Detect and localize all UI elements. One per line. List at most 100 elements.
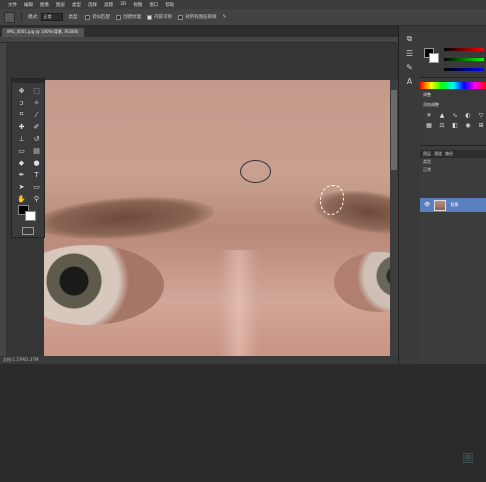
texture-label: 创建纹理: [123, 15, 142, 20]
vibrance-icon[interactable]: ▽: [476, 112, 486, 119]
green-slider[interactable]: [444, 58, 484, 61]
curves-icon[interactable]: ∿: [450, 112, 460, 119]
red-slider[interactable]: [444, 48, 484, 51]
properties-panel-icon[interactable]: ☰: [406, 49, 413, 58]
menu-item-filter[interactable]: 滤镜: [104, 2, 113, 8]
pressure-icon[interactable]: ✎: [223, 15, 227, 20]
panel-background-swatch[interactable]: [429, 53, 439, 63]
menu-item-select[interactable]: 选择: [88, 2, 97, 8]
photo-filter-icon[interactable]: ◉: [463, 122, 473, 129]
content-aware-option[interactable]: 内容识别: [147, 14, 172, 20]
layer-name[interactable]: 背景: [450, 202, 458, 208]
character-panel-icon[interactable]: A: [407, 77, 412, 86]
pen-tool-icon[interactable]: ✒: [15, 169, 28, 180]
divider: [21, 12, 22, 22]
vertical-scrollbar[interactable]: [390, 80, 398, 356]
healing-brush-icon[interactable]: ✚: [15, 121, 28, 132]
visibility-eye-icon[interactable]: 👁: [424, 202, 430, 208]
kind-label[interactable]: 类型: [423, 159, 431, 165]
status-bar: 文档:1.37M/1.37M: [0, 356, 398, 364]
clone-stamp-icon[interactable]: ⊥: [15, 133, 28, 144]
menu-item-image[interactable]: 图像: [40, 2, 49, 8]
photo-canvas[interactable]: [44, 80, 390, 356]
left-eyebrow: [44, 191, 216, 245]
near-match-label: 近似匹配: [92, 15, 111, 20]
texture-option[interactable]: 创建纹理: [116, 14, 141, 20]
hand-tool-icon[interactable]: ✋: [15, 193, 28, 204]
doc-size-text: 文档:1.37M/1.37M: [3, 357, 39, 362]
sample-all-label: 对所有图层取样: [185, 15, 217, 20]
menu-item-3d[interactable]: 3D: [120, 2, 126, 7]
near-match-radio[interactable]: [85, 14, 91, 20]
color-ramp[interactable]: [420, 82, 486, 89]
menu-item-view[interactable]: 视图: [133, 2, 142, 8]
zoom-tool-icon[interactable]: ⚲: [30, 193, 43, 204]
scrollbar-thumb[interactable]: [391, 90, 397, 170]
color-panel: [420, 26, 486, 78]
mode-select[interactable]: 正常: [40, 13, 63, 21]
document-tab[interactable]: IMG_0001.jpg @ 100%(背景, RGB/8): [2, 28, 84, 37]
texture-radio[interactable]: [116, 14, 122, 20]
channels-tab[interactable]: 通道: [434, 150, 442, 158]
history-panel-icon[interactable]: ⧉: [407, 34, 413, 44]
hue-icon[interactable]: ▦: [424, 122, 434, 129]
menu-bar: 文件 编辑 图像 图层 类型 选择 滤镜 3D 视图 窗口 帮助: [0, 0, 486, 9]
brightness-icon[interactable]: ☀: [424, 112, 434, 119]
type-tool-icon[interactable]: T: [30, 169, 43, 180]
brush-tool-icon[interactable]: ✐: [30, 121, 43, 132]
adjustments-panel: 调整 添加调整 ☀ ▲ ∿ ◐ ▽ ▦ ⚖ ◧ ◉ ⊞: [420, 90, 486, 146]
background-color-swatch[interactable]: [25, 211, 36, 221]
blend-mode-select[interactable]: 正常: [423, 167, 431, 173]
sample-all-option[interactable]: 对所有图层取样: [178, 14, 217, 20]
nose-highlight: [219, 250, 259, 356]
filter-row: 类型: [420, 158, 486, 166]
marquee-tool-icon[interactable]: ⬚: [30, 85, 43, 96]
adjustments-title: 调整: [423, 92, 431, 97]
history-brush-icon[interactable]: ↺: [30, 133, 43, 144]
eyedropper-icon[interactable]: ⁄: [30, 109, 43, 120]
bw-icon[interactable]: ◧: [450, 122, 460, 129]
blur-icon[interactable]: ◆: [15, 157, 28, 168]
menu-item-edit[interactable]: 编辑: [24, 2, 33, 8]
mode-group: 模式: 正常: [28, 13, 63, 21]
document-tabs: IMG_0001.jpg @ 100%(背景, RGB/8): [0, 26, 398, 37]
brush-cursor: [240, 160, 271, 183]
spot-healing-tool-icon[interactable]: [4, 11, 15, 23]
layers-panel: 图层 通道 路径 类型 正常 👁 背景 图: [420, 150, 486, 465]
menu-item-layer[interactable]: 图层: [56, 2, 65, 8]
layer-thumbnail: [434, 199, 447, 211]
right-panels: 调整 添加调整 ☀ ▲ ∿ ◐ ▽ ▦ ⚖ ◧ ◉ ⊞ 图层 通道 路径 类型 …: [420, 26, 486, 465]
eraser-icon[interactable]: ▭: [15, 145, 28, 156]
options-bar: 模式: 正常 类型: 近似匹配 创建纹理 内容识别 对所有图层取样 ✎: [0, 9, 486, 26]
menu-item-help[interactable]: 帮助: [165, 2, 174, 8]
magic-wand-icon[interactable]: ✧: [30, 97, 43, 108]
paths-tab[interactable]: 路径: [445, 150, 453, 158]
crop-tool-icon[interactable]: ⌗: [15, 109, 28, 120]
color-balance-icon[interactable]: ⚖: [437, 122, 447, 129]
menu-item-type[interactable]: 类型: [72, 2, 81, 8]
path-select-icon[interactable]: ➤: [15, 181, 28, 192]
blue-slider[interactable]: [444, 68, 484, 71]
type-label: 类型:: [68, 15, 80, 20]
levels-icon[interactable]: ▲: [437, 112, 447, 119]
sample-all-checkbox[interactable]: [178, 14, 184, 20]
menu-item-window[interactable]: 窗口: [149, 2, 158, 8]
quick-mask-button[interactable]: [22, 227, 34, 235]
content-aware-label: 内容识别: [154, 15, 173, 20]
near-match-option[interactable]: 近似匹配: [85, 14, 110, 20]
dodge-icon[interactable]: ●: [30, 157, 43, 168]
channel-mixer-icon[interactable]: ⊞: [476, 122, 486, 129]
brush-panel-icon[interactable]: ✎: [406, 63, 413, 72]
adjustments-subtitle: 添加调整: [423, 102, 439, 107]
menu-item-file[interactable]: 文件: [8, 2, 17, 8]
gradient-icon[interactable]: ▤: [30, 145, 43, 156]
content-aware-radio[interactable]: [147, 14, 153, 20]
blend-row: 正常: [420, 166, 486, 174]
exposure-icon[interactable]: ◐: [463, 112, 473, 119]
move-tool-icon[interactable]: ✥: [15, 85, 28, 96]
shape-tool-icon[interactable]: ▭: [30, 181, 43, 192]
layers-tab[interactable]: 图层: [423, 150, 431, 158]
layer-row[interactable]: 👁 背景: [420, 198, 486, 212]
lasso-tool-icon[interactable]: ↄ: [15, 97, 28, 108]
tools-panel: ✥ ⬚ ↄ ✧ ⌗ ⁄ ✚ ✐ ⊥ ↺ ▭ ▤ ◆ ● ✒ T ➤ ▭ ✋ ⚲: [11, 78, 45, 238]
